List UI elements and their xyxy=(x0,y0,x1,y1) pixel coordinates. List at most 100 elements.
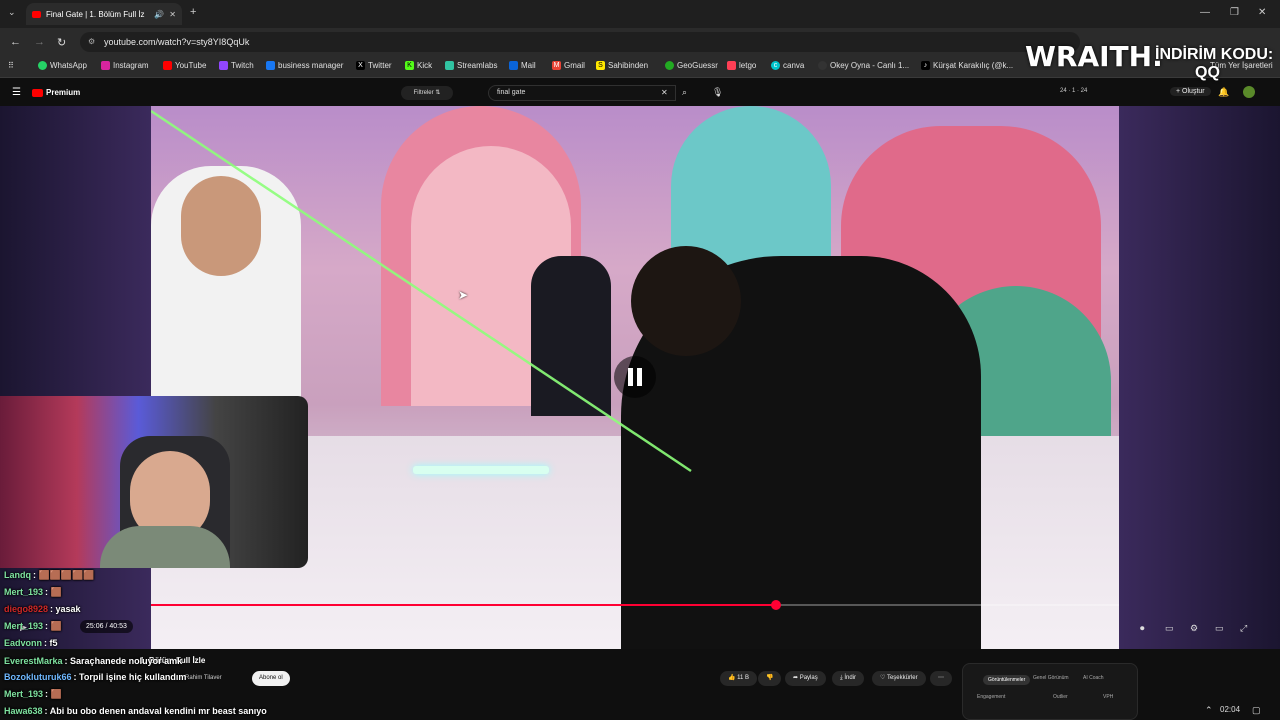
bookmark-business-manager[interactable]: business manager xyxy=(266,61,343,70)
filter-chip[interactable]: Filtreler ⇅ xyxy=(401,86,453,100)
time-display: 25:06 / 40:53 xyxy=(80,620,133,633)
chat-username[interactable]: Mert_193 xyxy=(4,689,43,699)
url-text: youtube.com/watch?v=sty8YI8QqUk xyxy=(104,37,250,47)
close-tab-icon[interactable]: ✕ xyxy=(169,10,176,19)
restore-icon[interactable]: ❐ xyxy=(1230,7,1239,18)
pause-button[interactable] xyxy=(614,356,656,398)
panel-col: VPH xyxy=(1103,694,1114,700)
menu-icon[interactable]: ☰ xyxy=(12,87,21,98)
chat-text: : yasak xyxy=(50,604,81,614)
bell-icon[interactable]: 🔔 xyxy=(1218,87,1229,98)
browser-tab-bar: ⌄ Final Gate | 1. Bölüm Full İz 🔊 ✕ + — … xyxy=(0,0,1280,28)
minimize-icon[interactable]: — xyxy=(1200,7,1210,18)
notification-icon[interactable]: ▢ xyxy=(1252,705,1261,716)
tab-list-icon[interactable]: ⌄ xyxy=(8,7,16,18)
search-icon[interactable]: ⌕ xyxy=(682,87,687,98)
reload-icon[interactable]: ↻ xyxy=(57,36,66,49)
youtube-icon xyxy=(163,61,172,70)
sponsor-logo: WRAITH. xyxy=(1025,40,1163,73)
chat-text: : Torpil işine hiç kullandım xyxy=(73,672,187,682)
dislike-button[interactable]: 👎 xyxy=(758,671,782,686)
panel-tab[interactable]: Görüntülenmeler xyxy=(983,675,1031,685)
close-window-icon[interactable]: ✕ xyxy=(1258,7,1266,18)
mic-icon[interactable]: 🎙 xyxy=(712,87,723,98)
apps-icon[interactable]: ⠿ xyxy=(8,61,14,70)
autoplay-toggle-icon[interactable]: ⏺ xyxy=(1140,623,1145,634)
light-tube xyxy=(413,466,549,474)
panel-col: Engagement xyxy=(977,694,1006,700)
bookmark-gmail[interactable]: M Gmail xyxy=(552,61,585,70)
create-button[interactable]: + Oluştur xyxy=(1170,87,1211,96)
chat-text: : 🟫 xyxy=(45,587,62,597)
chat-username[interactable]: Hawa638 xyxy=(4,706,43,716)
youtube-logo-icon xyxy=(32,88,43,97)
speaker-icon[interactable]: 🔊 xyxy=(154,10,164,19)
kick-icon: K xyxy=(405,61,414,70)
chat-username[interactable]: EverestMarka xyxy=(4,656,63,666)
chat-username[interactable]: diego8928 xyxy=(4,604,48,614)
bookmark-letgo[interactable]: letgo xyxy=(727,61,756,70)
panel-tab[interactable]: Genel Görünüm xyxy=(1033,675,1069,681)
chat-message: Mert_193: 🟫 xyxy=(4,689,62,700)
avatar[interactable] xyxy=(1243,86,1255,98)
subtitles-icon[interactable]: ▭ xyxy=(1165,623,1174,634)
channel-name[interactable]: Rahim Tilaver xyxy=(185,675,222,681)
back-icon[interactable]: ← xyxy=(10,36,21,48)
youtube-favicon-icon xyxy=(32,10,41,18)
site-info-icon[interactable]: ⚙ xyxy=(88,32,95,52)
mouse-cursor-icon: ➤ xyxy=(458,288,469,302)
tiktok-icon: ♪ xyxy=(921,61,930,70)
url-field[interactable]: ⚙ youtube.com/watch?v=sty8YI8QqUk xyxy=(80,32,1080,52)
new-tab-icon[interactable]: + xyxy=(190,6,196,18)
chat-text: : 🟫 xyxy=(45,689,62,699)
panel-tab[interactable]: AI Coach xyxy=(1083,675,1104,681)
forward-icon[interactable]: → xyxy=(34,36,45,48)
like-button[interactable]: 👍 11 B xyxy=(720,671,758,686)
progress-fill xyxy=(151,604,777,606)
chat-username[interactable]: Bozokluturuk66 xyxy=(4,672,72,682)
chat-username[interactable]: Eadvonn xyxy=(4,638,42,648)
streamer-webcam xyxy=(0,396,308,568)
x-icon: X xyxy=(356,61,365,70)
bookmark-twitter[interactable]: X Twitter xyxy=(356,61,392,70)
chat-username[interactable]: Mert_193 xyxy=(4,587,43,597)
bookmark-twitch[interactable]: Twitch xyxy=(219,61,254,70)
letgo-icon xyxy=(727,61,736,70)
chat-text: : Saraçhanede noluyor amk xyxy=(64,656,183,666)
tab-active[interactable]: Final Gate | 1. Bölüm Full İz 🔊 ✕ xyxy=(26,3,182,25)
progress-bar[interactable] xyxy=(151,604,1119,606)
settings-icon[interactable]: ⚙ xyxy=(1190,623,1198,634)
bookmark-streamlabs[interactable]: Streamlabs xyxy=(445,61,497,70)
bookmark-tiktok[interactable]: ♪ Kürşat Karakılıç (@k... xyxy=(921,61,1013,70)
bookmark-geoguessr[interactable]: GeoGuessr xyxy=(665,61,718,70)
analytics-panel: Görüntülenmeler Genel Görünüm AI Coach E… xyxy=(962,663,1138,720)
chat-username[interactable]: Mert_193 xyxy=(4,621,43,631)
bookmark-kick[interactable]: K Kick xyxy=(405,61,432,70)
bookmark-whatsapp[interactable]: WhatsApp xyxy=(38,61,87,70)
bookmark-youtube[interactable]: YouTube xyxy=(163,61,206,70)
bookmark-canva[interactable]: c canva xyxy=(771,61,804,70)
youtube-logo[interactable]: Premium xyxy=(32,88,80,97)
more-button[interactable]: ⋯ xyxy=(930,671,952,686)
bookmark-okey[interactable]: Okey Oyna - Canlı 1... xyxy=(818,61,909,70)
tab-title: Final Gate | 1. Bölüm Full İz xyxy=(46,9,145,19)
search-input[interactable]: final gate ✕ xyxy=(488,85,676,101)
chat-username[interactable]: Landq xyxy=(4,570,31,580)
streamlabs-icon xyxy=(445,61,454,70)
bookmark-mail[interactable]: Mail xyxy=(509,61,536,70)
bookmark-instagram[interactable]: Instagram xyxy=(101,61,149,70)
tray-chevron-icon[interactable]: ⌃ xyxy=(1205,705,1213,716)
bookmark-sahibinden[interactable]: S Sahibinden xyxy=(596,61,648,70)
fullscreen-icon[interactable]: ⤢ xyxy=(1240,623,1247,634)
chat-text: : f5 xyxy=(44,638,58,648)
subscribe-button[interactable]: Abone ol xyxy=(252,671,290,686)
thanks-button[interactable]: ♡ Teşekkürler xyxy=(872,671,926,686)
chat-message: Eadvonn: f5 xyxy=(4,638,58,648)
chat-text: : 🟫🟫🟫🟫🟫 xyxy=(33,570,95,580)
share-button[interactable]: ➦ Paylaş xyxy=(785,671,826,686)
clear-search-icon[interactable]: ✕ xyxy=(661,86,668,100)
download-button[interactable]: ⤓ İndir xyxy=(832,671,864,686)
theater-icon[interactable]: ▭ xyxy=(1215,623,1224,634)
okey-icon xyxy=(818,61,827,70)
counters: 24 · 1 · 24 xyxy=(1060,88,1088,94)
